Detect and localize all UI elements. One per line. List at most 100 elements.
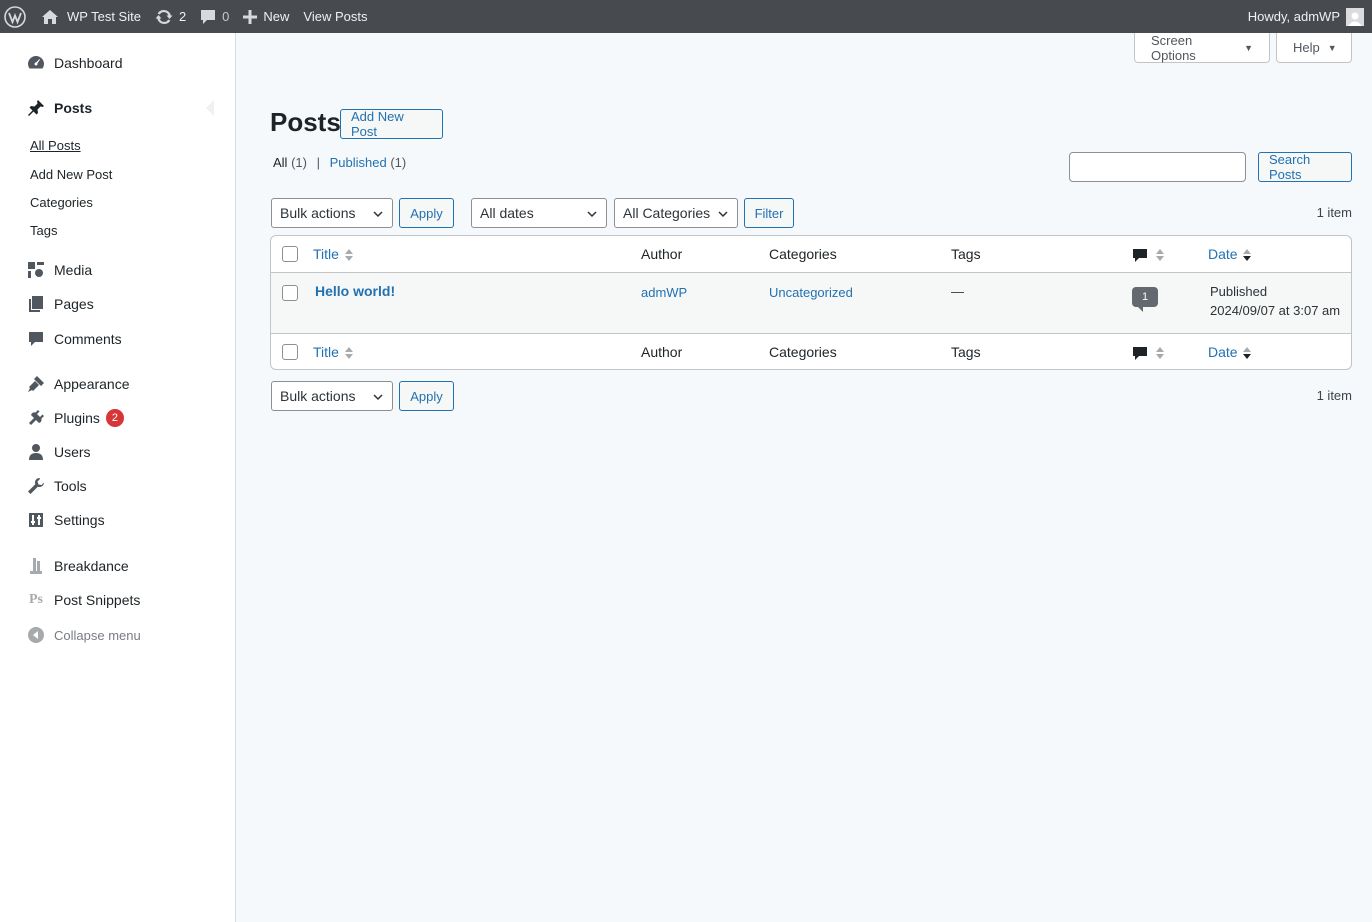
- add-new-post-button[interactable]: Add New Post: [340, 109, 443, 139]
- caret-down-icon: ▼: [1244, 42, 1253, 53]
- post-author-link[interactable]: admWP: [641, 285, 687, 300]
- help-label: Help: [1293, 40, 1320, 55]
- bulk-actions-select[interactable]: Bulk actions: [271, 198, 393, 228]
- media-icon: [26, 260, 46, 280]
- button-label: Apply: [410, 388, 443, 404]
- column-title-sort[interactable]: Title: [313, 246, 339, 262]
- sidebar-item-media[interactable]: Media: [26, 260, 92, 280]
- admin-sidebar: Dashboard Posts All Posts Add New Post C…: [0, 33, 236, 922]
- button-label: Apply: [410, 205, 443, 221]
- sidebar-label: Pages: [54, 296, 94, 312]
- post-snippets-icon: Ps: [29, 592, 43, 607]
- filter-published-link[interactable]: Published: [330, 155, 387, 170]
- column-title-sort[interactable]: Title: [313, 344, 339, 360]
- column-tags: Tags: [951, 246, 981, 262]
- row-checkbox[interactable]: [282, 285, 298, 301]
- sidebar-item-tools[interactable]: Tools: [26, 476, 87, 496]
- users-icon: [26, 442, 46, 462]
- sidebar-item-pages[interactable]: Pages: [26, 294, 94, 314]
- column-date-sort[interactable]: Date: [1208, 246, 1238, 262]
- apply-button[interactable]: Apply: [399, 198, 454, 228]
- comment-count-bubble[interactable]: 1: [1132, 287, 1158, 312]
- sidebar-label: Post Snippets: [54, 592, 141, 608]
- sidebar-subitem-all-posts[interactable]: All Posts: [30, 138, 81, 153]
- column-categories: Categories: [769, 344, 837, 360]
- filter-button[interactable]: Filter: [744, 198, 794, 228]
- comment-count: 1: [1141, 291, 1149, 303]
- sidebar-item-plugins[interactable]: Plugins 2: [26, 408, 124, 428]
- post-title-link[interactable]: Hello world!: [315, 283, 395, 299]
- dashboard-icon: [26, 53, 46, 73]
- my-account[interactable]: Howdy, admWP: [1248, 0, 1372, 33]
- sidebar-label: Plugins: [54, 410, 100, 426]
- post-tags: —: [951, 284, 964, 299]
- help-button[interactable]: Help ▼: [1276, 33, 1352, 63]
- sidebar-label: Media: [54, 262, 93, 278]
- sidebar-subitem-add-new-post[interactable]: Add New Post: [30, 167, 112, 182]
- updates-link[interactable]: 2: [148, 0, 193, 33]
- column-author: Author: [641, 246, 683, 262]
- sidebar-item-comments[interactable]: Comments: [26, 329, 122, 349]
- chevron-down-icon: [373, 394, 383, 401]
- view-posts-link[interactable]: View Posts: [296, 0, 374, 33]
- updates-icon: [155, 8, 173, 26]
- comments-link[interactable]: 0: [193, 0, 236, 33]
- new-content-link[interactable]: New: [236, 0, 296, 33]
- new-label: New: [263, 9, 290, 24]
- settings-icon: [26, 510, 46, 530]
- sort-arrows-icon: [1156, 249, 1164, 261]
- home-icon: [41, 9, 59, 25]
- chevron-down-icon: [373, 211, 383, 218]
- select-all-checkbox[interactable]: [282, 246, 298, 262]
- sidebar-item-appearance[interactable]: Appearance: [26, 374, 130, 394]
- dates-select[interactable]: All dates: [471, 198, 607, 228]
- sidebar-item-posts[interactable]: Posts: [26, 98, 92, 118]
- howdy-text: Howdy, admWP: [1247, 9, 1340, 24]
- search-input[interactable]: [1069, 152, 1246, 182]
- filter-all-count: (1): [291, 155, 307, 170]
- post-date: 2024/09/07 at 3:07 am: [1210, 303, 1341, 318]
- sidebar-label: Settings: [54, 512, 105, 528]
- site-name: WP Test Site: [67, 9, 141, 24]
- select-value: Bulk actions: [280, 205, 356, 221]
- comments-count: 0: [222, 9, 230, 24]
- plugins-update-badge: 2: [105, 409, 124, 427]
- comment-icon: [200, 9, 216, 25]
- site-name-link[interactable]: WP Test Site: [34, 0, 148, 33]
- sidebar-item-dashboard[interactable]: Dashboard: [26, 53, 123, 73]
- sidebar-item-settings[interactable]: Settings: [26, 510, 105, 530]
- sidebar-item-post-snippets[interactable]: Ps Post Snippets: [26, 590, 140, 610]
- search-posts-button[interactable]: Search Posts: [1258, 152, 1352, 182]
- post-status: Published: [1210, 284, 1268, 299]
- select-all-checkbox[interactable]: [282, 344, 298, 360]
- sidebar-item-users[interactable]: Users: [26, 442, 91, 462]
- pages-icon: [26, 294, 46, 314]
- admin-bar: WP Test Site 2 0 New View Posts Howdy, a…: [0, 0, 1372, 33]
- column-tags: Tags: [951, 344, 981, 360]
- column-date-sort[interactable]: Date: [1208, 344, 1238, 360]
- sidebar-subitem-categories[interactable]: Categories: [30, 195, 93, 210]
- sidebar-label: Tools: [54, 478, 87, 494]
- post-category-link[interactable]: Uncategorized: [769, 285, 853, 300]
- sidebar-label: Users: [54, 444, 91, 460]
- posts-table: Title Author Categories Tags Date Hello …: [270, 235, 1352, 370]
- comments-column-icon[interactable]: [1132, 346, 1148, 362]
- comments-column-icon[interactable]: [1132, 248, 1148, 264]
- wordpress-logo-icon[interactable]: [0, 0, 34, 33]
- sidebar-label: Comments: [54, 331, 122, 347]
- bulk-actions-select-bottom[interactable]: Bulk actions: [271, 381, 393, 411]
- sidebar-item-breakdance[interactable]: Breakdance: [26, 556, 129, 576]
- sort-arrows-icon: [1156, 347, 1164, 359]
- apply-button-bottom[interactable]: Apply: [399, 381, 454, 411]
- screen-options-button[interactable]: Screen Options ▼: [1134, 33, 1270, 63]
- caret-down-icon: ▼: [1327, 42, 1337, 53]
- plus-icon: [243, 9, 258, 24]
- collapse-arrow-icon: [26, 625, 46, 645]
- sidebar-subitem-tags[interactable]: Tags: [30, 223, 57, 238]
- button-label: Add New Post: [351, 109, 404, 139]
- button-label: Filter: [754, 205, 784, 221]
- filter-all-link[interactable]: All: [273, 155, 287, 170]
- categories-select[interactable]: All Categories: [614, 198, 738, 228]
- sort-arrows-icon: [345, 347, 353, 359]
- collapse-menu-button[interactable]: Collapse menu: [26, 625, 141, 645]
